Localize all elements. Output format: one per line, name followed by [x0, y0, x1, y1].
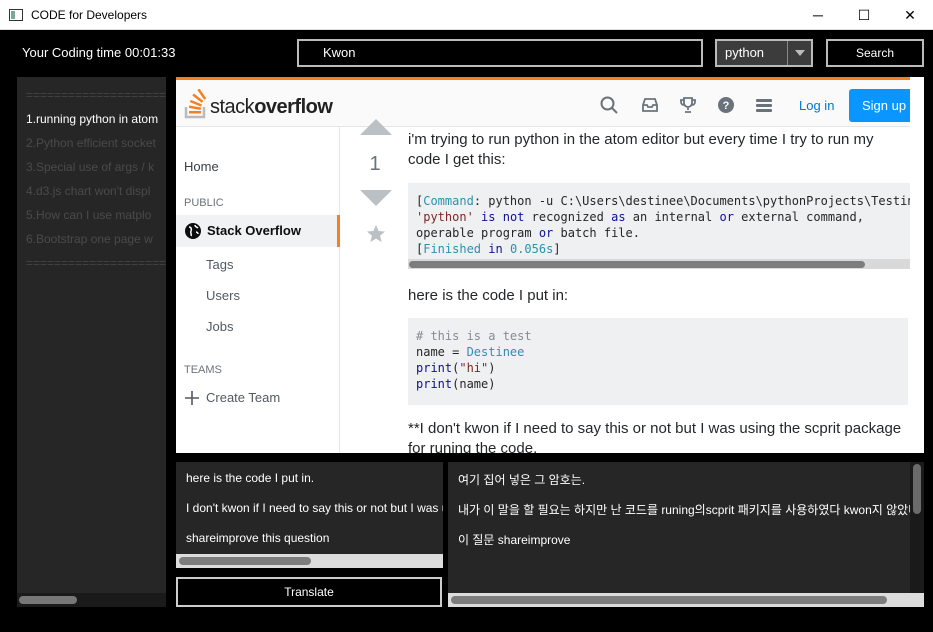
translation-panel-scrollbar[interactable] [448, 593, 924, 607]
translation-vertical-scrollbar[interactable] [910, 462, 924, 593]
create-team-link[interactable]: Create Team [185, 390, 280, 405]
login-link[interactable]: Log in [799, 98, 834, 113]
question-paragraph: i'm trying to run python in the atom edi… [408, 131, 874, 168]
result-item[interactable]: 2.Python efficient socket [17, 131, 166, 155]
nav-jobs[interactable]: Jobs [206, 319, 233, 334]
chevron-down-icon[interactable] [787, 41, 811, 65]
original-text-panel[interactable]: here is the code I put in. I don't kwon … [176, 462, 443, 568]
search-button[interactable]: Search [826, 39, 924, 67]
code-block-error: [Command: python -u C:\Users\destinee\Do… [408, 183, 910, 269]
browser-scrollbar[interactable] [910, 77, 924, 453]
left-nav: Home PUBLIC Stack Overflow Tags Users Jo… [176, 127, 340, 453]
globe-icon [185, 223, 201, 239]
nav-stack-overflow-label: Stack Overflow [207, 223, 301, 238]
question-paragraph: here is the code I put in: [408, 287, 569, 304]
coding-time-label: Your Coding time 00:01:33 [22, 45, 176, 60]
upvote-arrow-icon[interactable] [360, 115, 392, 135]
maximize-button[interactable]: ☐ [841, 0, 887, 30]
stackoverflow-logo-icon [184, 89, 207, 119]
results-separator: ================================ [26, 256, 166, 270]
results-scrollbar[interactable] [17, 593, 166, 607]
question-paragraph: **I don't kwon if I need to say this or … [408, 420, 902, 453]
translation-panel[interactable]: 여기 집어 넣은 그 암호는. 내가 이 말을 할 필요는 하지만 난 코드를 … [448, 462, 924, 607]
original-line: shareimprove this question [186, 531, 330, 545]
result-item[interactable]: 1.running python in atom [17, 107, 166, 131]
nav-stack-overflow[interactable]: Stack Overflow [176, 215, 340, 247]
window-titlebar: CODE for Developers ─ ☐ ✕ [0, 0, 933, 30]
minimize-button[interactable]: ─ [795, 0, 841, 30]
close-button[interactable]: ✕ [887, 0, 933, 30]
translation-line: 이 질문 shareimprove [458, 533, 571, 547]
nav-home[interactable]: Home [184, 159, 219, 174]
code-scrollbar[interactable] [408, 259, 910, 269]
question-body: i'm trying to run python in the atom edi… [408, 127, 924, 453]
plus-icon [185, 390, 199, 405]
results-list[interactable]: ================================ 1.runni… [17, 77, 166, 607]
create-team-label: Create Team [206, 390, 281, 405]
translation-line: 내가 이 말을 할 필요는 하지만 난 코드를 runing의scprit 패키… [458, 503, 923, 517]
nav-heading-teams: TEAMS [184, 364, 222, 376]
nav-tags[interactable]: Tags [206, 257, 233, 272]
original-line: here is the code I put in. [186, 471, 315, 485]
top-bar: Your Coding time 00:01:33 Kwon python Se… [0, 30, 933, 76]
result-item[interactable]: 3.Special use of args / k [17, 155, 166, 179]
stackoverflow-logo[interactable]: stackoverflow [184, 89, 333, 119]
result-item[interactable]: 4.d3.js chart won't displ [17, 179, 166, 203]
window-title: CODE for Developers [31, 7, 148, 22]
trophy-icon[interactable] [679, 96, 697, 114]
help-icon[interactable]: ? [717, 96, 735, 114]
search-icon[interactable] [600, 96, 618, 114]
vote-count: 1 [369, 153, 381, 175]
vote-column: 1 [351, 119, 399, 453]
logo-text-bold: overflow [254, 96, 333, 118]
search-input[interactable]: Kwon [297, 39, 703, 67]
so-header: stackoverflow ? Log in Sign up [176, 77, 924, 127]
translation-line: 여기 집어 넣은 그 암호는. [458, 473, 586, 487]
site-switcher-icon[interactable] [755, 96, 773, 114]
logo-text-light: stack [210, 96, 255, 118]
language-select[interactable]: python [715, 39, 813, 67]
translate-button[interactable]: Translate [176, 577, 442, 607]
original-panel-scrollbar[interactable] [176, 554, 443, 568]
result-item[interactable]: 5.How can I use matplo [17, 203, 166, 227]
nav-users[interactable]: Users [206, 288, 240, 303]
stackoverflow-browser[interactable]: stackoverflow ? Log in Sign up Home PUBL… [176, 77, 924, 453]
favorite-star-icon[interactable] [366, 224, 386, 244]
signup-button[interactable]: Sign up [849, 89, 919, 122]
inbox-icon[interactable] [641, 96, 659, 114]
results-separator: ================================ [26, 88, 166, 102]
original-line: I don't kwon if I need to say this or no… [186, 501, 443, 515]
app-icon [9, 8, 23, 21]
svg-text:?: ? [723, 100, 730, 112]
code-block-source: # this is a test name = Destinee print("… [408, 318, 908, 405]
language-select-value: python [725, 45, 765, 60]
downvote-arrow-icon[interactable] [360, 190, 392, 208]
nav-heading-public: PUBLIC [184, 197, 224, 209]
result-item[interactable]: 6.Bootstrap one page w [17, 227, 166, 251]
